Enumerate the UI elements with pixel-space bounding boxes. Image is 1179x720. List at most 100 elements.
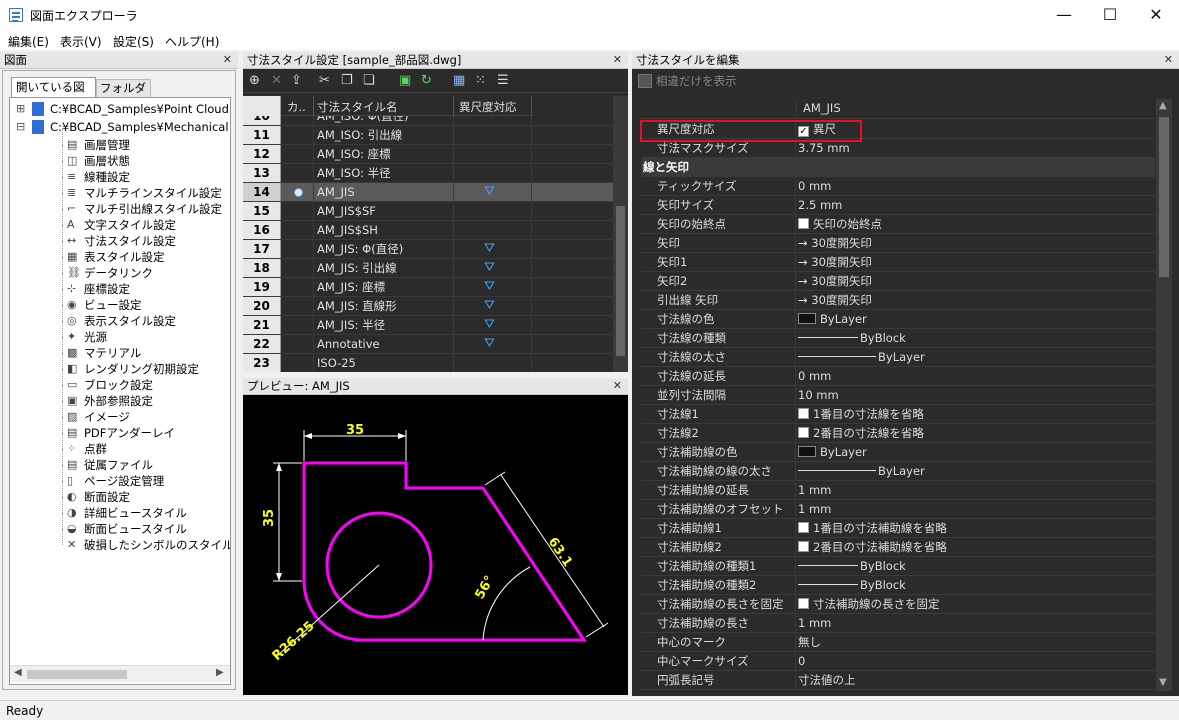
- tree-item[interactable]: ◧ レンダリング初期設定: [10, 353, 230, 377]
- property-value[interactable]: ByLayer: [798, 443, 1154, 462]
- property-value[interactable]: 0 mm: [798, 367, 1154, 386]
- col-style-name[interactable]: 寸法スタイル名: [317, 99, 398, 115]
- row-number[interactable]: 21: [243, 316, 281, 334]
- property-row[interactable]: 寸法線の色 ByLayer: [641, 310, 1155, 329]
- property-value[interactable]: 2番目の寸法線を省略: [798, 424, 1154, 443]
- row-number[interactable]: 15: [243, 202, 281, 220]
- row-number[interactable]: 20: [243, 297, 281, 315]
- tab-open-drawings[interactable]: 開いている図面: [11, 77, 96, 112]
- property-row[interactable]: ティックサイズ 0 mm: [641, 177, 1155, 196]
- property-value[interactable]: ByLayer: [798, 462, 1154, 481]
- tree-item[interactable]: ▤ 従属ファイル: [10, 449, 230, 473]
- scroll-right-icon[interactable]: ▶: [216, 667, 224, 678]
- tree-item[interactable]: ▨ イメージ: [10, 401, 230, 425]
- row-number[interactable]: 22: [243, 335, 281, 353]
- tree-item[interactable]: ↔ 寸法スタイル設定: [10, 225, 230, 249]
- property-value[interactable]: ByLayer: [798, 348, 1154, 367]
- tree-item[interactable]: ▤ 画層管理: [10, 129, 230, 153]
- checkbox-icon[interactable]: [798, 408, 809, 419]
- tree-item[interactable]: ≡ 線種設定: [10, 161, 230, 185]
- property-value[interactable]: ByBlock: [798, 557, 1154, 576]
- tree-item[interactable]: ⁘ 点群: [10, 433, 230, 457]
- table-row[interactable]: 22 Annotative ⛛: [243, 335, 613, 354]
- table-row[interactable]: 17 AM_JIS: Φ(直径) ⛛: [243, 240, 613, 259]
- property-row[interactable]: 寸法補助線の長さを固定 寸法補助線の長さを固定: [641, 595, 1155, 614]
- table-row[interactable]: 18 AM_JIS: 引出線 ⛛: [243, 259, 613, 278]
- property-value[interactable]: 1 mm: [798, 481, 1154, 500]
- paste-icon[interactable]: ❏: [363, 73, 375, 88]
- diff-only-checkbox[interactable]: [638, 74, 652, 88]
- table-row[interactable]: 10 AM_ISO: Φ(直径): [243, 116, 613, 126]
- property-value[interactable]: → 30度開矢印: [798, 253, 1154, 272]
- copy-icon[interactable]: ❐: [341, 73, 353, 88]
- property-row[interactable]: 寸法線の延長 0 mm: [641, 367, 1155, 386]
- table-row[interactable]: 21 AM_JIS: 半径 ⛛: [243, 316, 613, 335]
- tree-item[interactable]: ✕ 破損したシンボルのスタイル: [10, 529, 230, 553]
- tree-item[interactable]: ▣ 外部参照設定: [10, 385, 230, 409]
- row-number[interactable]: 23: [243, 354, 281, 372]
- property-value[interactable]: 1 mm: [798, 500, 1154, 519]
- row-number[interactable]: 11: [243, 126, 281, 144]
- tree-item[interactable]: ◎ 表示スタイル設定: [10, 305, 230, 329]
- table-row[interactable]: 11 AM_ISO: 引出線: [243, 126, 613, 145]
- property-value[interactable]: 寸法値の上: [798, 671, 1154, 690]
- property-row[interactable]: 寸法補助線2 2番目の寸法補助線を省略: [641, 538, 1155, 557]
- row-number[interactable]: 17: [243, 240, 281, 258]
- tree-item[interactable]: ⊹ 座標設定: [10, 273, 230, 297]
- vertical-scrollbar[interactable]: [613, 96, 628, 372]
- property-row[interactable]: 寸法線の種類 ByBlock: [641, 329, 1155, 348]
- row-number[interactable]: 16: [243, 221, 281, 239]
- property-row[interactable]: 寸法補助線のオフセット 1 mm: [641, 500, 1155, 519]
- property-row[interactable]: 寸法補助線の種類1 ByBlock: [641, 557, 1155, 576]
- expand-icon[interactable]: ⊞: [16, 101, 25, 117]
- property-row[interactable]: 引出線 矢印 → 30度開矢印: [641, 291, 1155, 310]
- tree-item[interactable]: ≣ マルチラインスタイル設定: [10, 177, 230, 201]
- property-value[interactable]: 2番目の寸法補助線を省略: [798, 538, 1154, 557]
- table-row[interactable]: 23 ISO-25: [243, 354, 613, 372]
- checkbox-icon[interactable]: [798, 427, 809, 438]
- property-row[interactable]: 寸法補助線の色 ByLayer: [641, 443, 1155, 462]
- property-row[interactable]: 矢印2 → 30度開矢印: [641, 272, 1155, 291]
- menu-edit[interactable]: 編集(E): [8, 33, 49, 50]
- tree-item[interactable]: ◒ 断面ビュースタイル: [10, 513, 230, 537]
- property-value[interactable]: 0 mm: [798, 177, 1154, 196]
- property-row[interactable]: 円弧長記号 寸法値の上: [641, 671, 1155, 690]
- table-row[interactable]: 14 AM_JIS ⛛: [243, 183, 613, 202]
- horizontal-scrollbar[interactable]: ◀ ▶: [10, 665, 230, 682]
- new-style-icon[interactable]: ⊕: [249, 73, 260, 88]
- row-number[interactable]: 14: [243, 183, 281, 201]
- property-row[interactable]: 寸法補助線の線の太さ ByLayer: [641, 462, 1155, 481]
- refresh-icon[interactable]: ↻: [421, 73, 432, 88]
- property-value[interactable]: → 30度開矢印: [798, 234, 1154, 253]
- menu-help[interactable]: ヘルプ(H): [165, 33, 219, 50]
- tree-item[interactable]: ⛓ データリンク: [10, 257, 230, 281]
- row-number[interactable]: 19: [243, 278, 281, 296]
- table-row[interactable]: 13 AM_ISO: 半径: [243, 164, 613, 183]
- row-number[interactable]: 18: [243, 259, 281, 277]
- property-value[interactable]: ByLayer: [798, 310, 1154, 329]
- property-row[interactable]: 寸法補助線1 1番目の寸法補助線を省略: [641, 519, 1155, 538]
- menu-view[interactable]: 表示(V): [60, 33, 102, 50]
- property-row[interactable]: 寸法補助線の長さ 1 mm: [641, 614, 1155, 633]
- tree-item[interactable]: ▤ PDFアンダーレイ: [10, 417, 230, 441]
- property-row[interactable]: 矢印の始終点 矢印の始終点: [641, 215, 1155, 234]
- close-button[interactable]: ✕: [1133, 0, 1179, 30]
- scrollbar-thumb[interactable]: [616, 206, 625, 356]
- property-value[interactable]: 2.5 mm: [798, 196, 1154, 215]
- cut-icon[interactable]: ✂: [319, 73, 330, 88]
- property-row[interactable]: 寸法線の太さ ByLayer: [641, 348, 1155, 367]
- scroll-up-icon[interactable]: ▲: [1159, 100, 1167, 111]
- row-number[interactable]: 10: [243, 116, 281, 125]
- property-value[interactable]: ByBlock: [798, 329, 1154, 348]
- current-radio-icon[interactable]: [294, 188, 303, 197]
- property-value[interactable]: 10 mm: [798, 386, 1154, 405]
- row-number[interactable]: 12: [243, 145, 281, 163]
- property-value[interactable]: 1 mm: [798, 614, 1154, 633]
- property-value[interactable]: 0: [798, 652, 1154, 671]
- property-value[interactable]: 無し: [798, 633, 1154, 652]
- scrollbar-thumb[interactable]: [27, 670, 127, 679]
- checkbox-icon[interactable]: [798, 541, 809, 552]
- list-view-icon[interactable]: ☰: [497, 73, 509, 88]
- col-annotative[interactable]: 異尺度対応: [459, 99, 517, 115]
- table-row[interactable]: 16 AM_JIS$SH: [243, 221, 613, 240]
